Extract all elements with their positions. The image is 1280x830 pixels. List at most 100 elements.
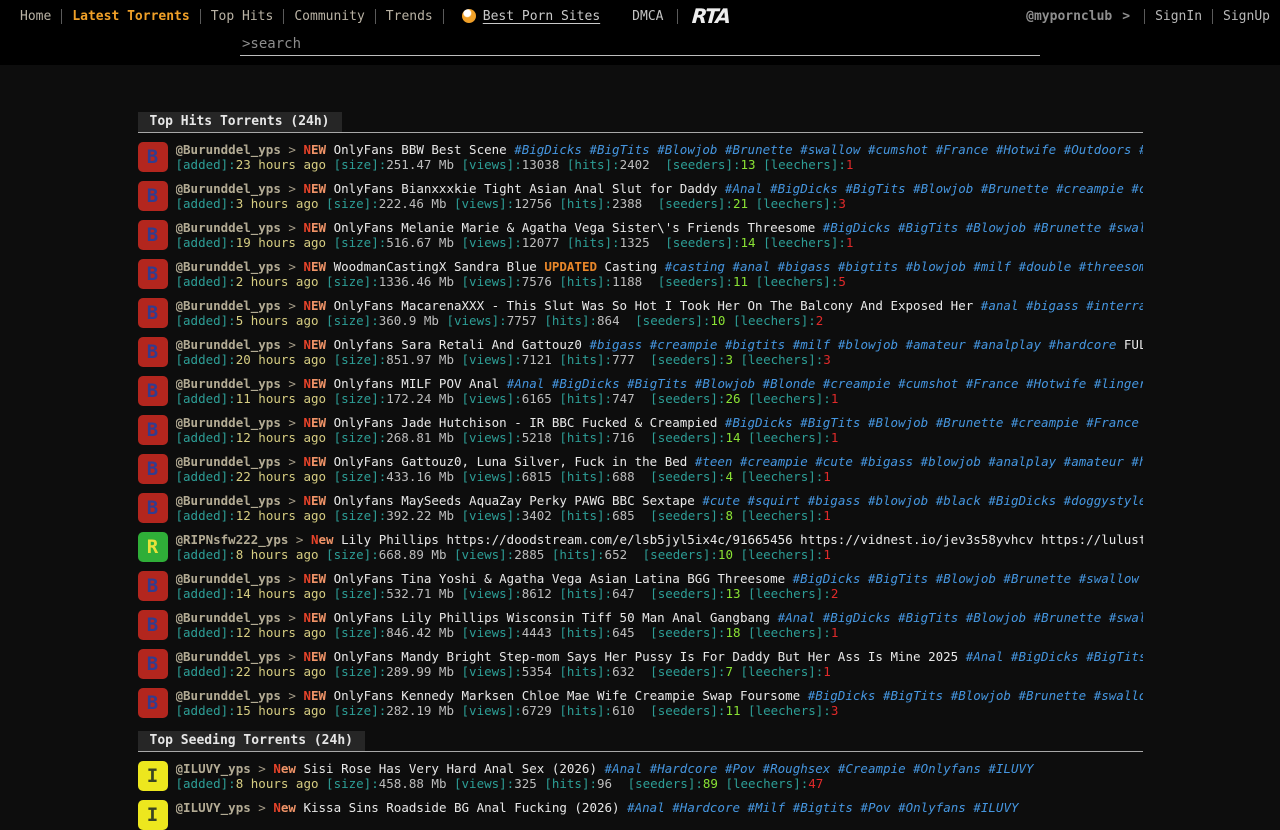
tag-link[interactable]: #threesome… [1079,259,1143,274]
tag-link[interactable]: #Anal [966,649,1004,664]
tag-link[interactable]: #swall… [1109,220,1143,235]
tag-link[interactable]: #bigtits [725,337,785,352]
tag-link[interactable]: #Blowjob [966,610,1026,625]
tag-link[interactable]: #creampie [650,337,718,352]
tag-link[interactable]: #Brunette [725,142,793,157]
uploader-link[interactable]: @ILUVY_yps [176,761,251,776]
tag-link[interactable]: #A… [1139,142,1143,157]
tag-link[interactable]: #bigass [778,259,831,274]
tag-link[interactable]: #creampie [823,376,891,391]
tag-link[interactable]: #creampie [740,454,808,469]
tag-link[interactable]: #BigTits [868,571,928,586]
tag-link[interactable]: #BigDicks [725,415,793,430]
tag-link[interactable]: #Anal [778,610,816,625]
tag-link[interactable]: #BigDicks [823,610,891,625]
tag-link[interactable]: #Brunette [1018,688,1086,703]
torrent-title-link[interactable]: Sisi Rose Has Very Hard Anal Sex (2026) [303,761,597,776]
torrent-title-link[interactable]: OnlyFans Lily Phillips Wisconsin Tiff 50… [334,610,771,625]
tag-link[interactable]: #blowjob [868,493,928,508]
tag-link[interactable]: #ILUVY [973,800,1018,815]
tag-link[interactable]: #BigTits [898,610,958,625]
tag-link[interactable]: #Blowjob [695,376,755,391]
tag-link[interactable]: #amateur [906,337,966,352]
tag-link[interactable]: #ha… [1131,454,1142,469]
tag-link[interactable]: #squirt [748,493,801,508]
tag-link[interactable]: #BigDicks [988,493,1056,508]
tag-link[interactable]: #creampie [1011,415,1079,430]
torrent-title-link[interactable]: OnlyFans Jade Hutchison - IR BBC Fucked … [334,415,718,430]
tag-link[interactable]: #double [1019,259,1072,274]
torrent-title-link[interactable]: OnlyFans Bianxxxkie Tight Asian Anal Slu… [334,181,718,196]
tag-link[interactable]: #milf [793,337,831,352]
tag-link[interactable]: #France [1086,415,1139,430]
tag-link[interactable]: #cumshot [868,142,928,157]
uploader-avatar[interactable]: B [138,688,168,718]
tag-link[interactable]: #swall… [1109,610,1143,625]
tag-link[interactable]: #Hotwife [996,142,1056,157]
tag-link[interactable]: #interrac… [1086,298,1142,313]
tag-link[interactable]: #BigDicks [552,376,620,391]
tag-link[interactable]: #blowjob [906,259,966,274]
tag-link[interactable]: #doggystyle [1064,493,1143,508]
uploader-link[interactable]: @Burunddel_yps [176,259,281,274]
tag-link[interactable]: #cumshot [898,376,958,391]
tag-link[interactable]: #BigTits [800,415,860,430]
tag-link[interactable]: #hardcore [1049,337,1117,352]
tag-link[interactable]: #black [936,493,981,508]
tag-link[interactable]: #Brunette [981,181,1049,196]
tag-link[interactable]: #Outdoors [1064,142,1132,157]
uploader-link[interactable]: @Burunddel_yps [176,649,281,664]
tag-link[interactable]: #Anal [507,376,545,391]
best-porn-sites-link[interactable]: Best Porn Sites [462,9,600,24]
tag-link[interactable]: #analplay [973,337,1041,352]
uploader-avatar[interactable]: B [138,493,168,523]
torrent-title-link[interactable]: Lily Phillips https://doodstream.com/e/l… [341,532,1142,547]
tag-link[interactable]: #Brunette [1003,571,1071,586]
nav-item-latest-torrents[interactable]: Latest Torrents [62,9,199,24]
tag-link[interactable]: #bigass [1026,298,1079,313]
tag-link[interactable]: #Pov [725,761,755,776]
tag-link[interactable]: #BigTits [1086,649,1142,664]
tag-link[interactable]: #Onlyfans [913,761,981,776]
tag-link[interactable]: #Hardcore [672,800,740,815]
tag-link[interactable]: #anal [981,298,1019,313]
torrent-title-link[interactable]: Onlyfans MaySeeds AquaZay Perky PAWG BBC… [334,493,695,508]
tag-link[interactable]: #Brunette [1034,220,1102,235]
tag-link[interactable]: #BigDicks [770,181,838,196]
tag-link[interactable]: #cute [815,454,853,469]
tag-link[interactable]: #Anal [627,800,665,815]
tag-link[interactable]: #Roughsex [763,761,831,776]
tag-link[interactable]: #Blowjob [936,571,996,586]
search-input[interactable] [240,34,1040,56]
uploader-link[interactable]: @Burunddel_yps [176,376,281,391]
tag-link[interactable]: #BigTits [898,220,958,235]
uploader-avatar[interactable]: B [138,298,168,328]
uploader-link[interactable]: @Burunddel_yps [176,688,281,703]
tag-link[interactable]: #Milf [748,800,786,815]
tag-link[interactable]: #France [966,376,1019,391]
tag-link[interactable]: #swallow [1079,571,1139,586]
uploader-link[interactable]: @Burunddel_yps [176,454,281,469]
tag-link[interactable]: #lingeri… [1094,376,1143,391]
tag-link[interactable]: #Blowjob [951,688,1011,703]
tag-link[interactable]: #Brunette [1034,610,1102,625]
torrent-title-link[interactable]: OnlyFans Tina Yoshi & Agatha Vega Asian … [334,571,786,586]
tag-link[interactable]: #Blowjob [868,415,928,430]
torrent-title-link[interactable]: OnlyFans Mandy Bright Step-mom Says Her … [334,649,959,664]
tag-link[interactable]: #bigass [808,493,861,508]
uploader-avatar[interactable]: B [138,337,168,367]
tag-link[interactable]: #bigass [589,337,642,352]
tag-link[interactable]: #Creampie [838,761,906,776]
uploader-avatar[interactable]: B [138,610,168,640]
uploader-link[interactable]: @Burunddel_yps [176,220,281,235]
uploader-avatar[interactable]: B [138,181,168,211]
tag-link[interactable]: #Hardcore [650,761,718,776]
tag-link[interactable]: #BigTits [883,688,943,703]
tag-link[interactable]: #BigDicks [1011,649,1079,664]
uploader-avatar[interactable]: B [138,454,168,484]
tag-link[interactable]: #Blowjob [657,142,717,157]
tag-link[interactable]: #milf [973,259,1011,274]
tag-link[interactable]: #Brunette [936,415,1004,430]
nav-item-community[interactable]: Community [284,9,374,24]
tag-link[interactable]: #swallow… [1094,688,1143,703]
